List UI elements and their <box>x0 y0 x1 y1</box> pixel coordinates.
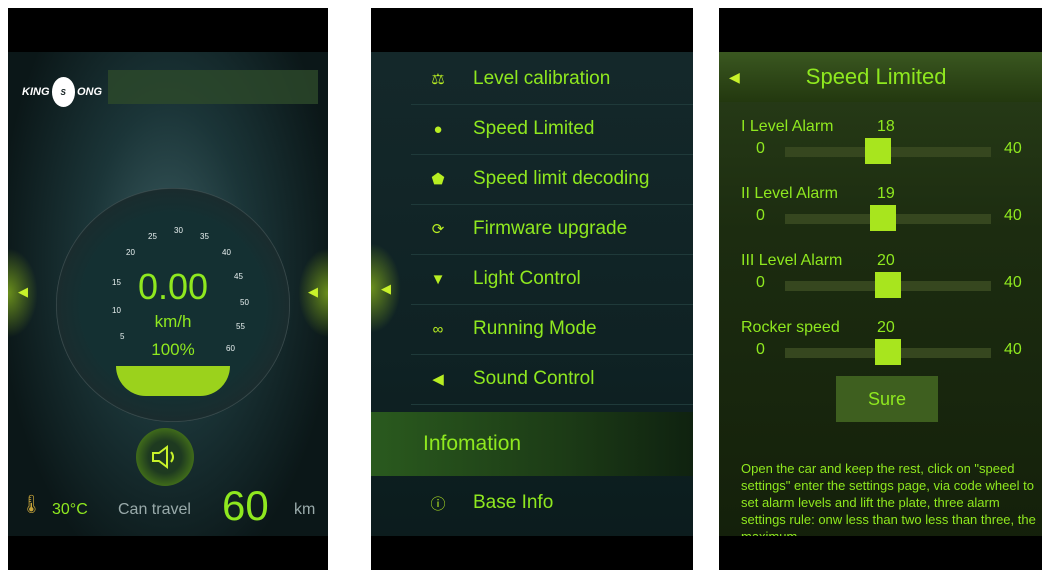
speed-gauge: 5 10 15 20 25 30 35 40 45 50 55 60 0.00 … <box>56 188 290 422</box>
slider-level-3: III Level Alarm 20 0 40 <box>719 252 1042 316</box>
speed-icon: ● <box>433 120 443 138</box>
lamp-icon: ▼ <box>430 270 446 288</box>
menu-item-running-mode[interactable]: ∞ Running Mode <box>411 304 693 355</box>
slider-current-value: 19 <box>877 185 895 202</box>
speaker-icon: ◀ <box>432 371 444 388</box>
tick-label: 25 <box>148 232 157 241</box>
info-row: 🌡 30°C Can travel 60 km <box>8 478 328 529</box>
slider-label: III Level Alarm <box>741 252 843 269</box>
slider-min: 0 <box>756 207 765 224</box>
chevron-right-icon: ▶ <box>308 284 318 299</box>
thermometer-icon: 🌡 <box>20 494 43 514</box>
slider-thumb[interactable] <box>865 138 891 164</box>
status-bar <box>719 8 1042 52</box>
menu-item-label: Running Mode <box>473 318 597 339</box>
kingsong-logo: KING S ONG <box>22 72 102 112</box>
menu-item-speed-limit-decoding[interactable]: ⬟ Speed limit decoding <box>411 154 693 205</box>
left-arrow-button[interactable]: ◀ <box>371 243 401 333</box>
slider-label: I Level Alarm <box>741 118 834 135</box>
left-arrow-button[interactable]: ◀ <box>8 248 38 338</box>
speed-limited-screen: ◀ Speed Limited I Level Alarm 18 0 40 II… <box>719 8 1042 570</box>
tick-label: 40 <box>222 248 231 257</box>
section-title: Infomation <box>423 432 522 455</box>
bottom-bar <box>371 536 693 570</box>
page-title: Speed Limited <box>805 64 947 89</box>
menu-item-sound-control[interactable]: ◀ Sound Control <box>411 354 693 405</box>
speedometer-screen: KING S ONG ◀ ▶ 5 10 15 20 25 30 35 40 45… <box>8 8 328 570</box>
chevron-left-icon: ◀ <box>381 281 391 296</box>
tick-label: 20 <box>126 248 135 257</box>
slider-min: 0 <box>756 341 765 358</box>
menu-item-label: Light Control <box>473 268 581 289</box>
logo-text-right: ONG <box>76 86 102 98</box>
right-arrow-button[interactable]: ▶ <box>298 248 328 338</box>
slider-rocker-speed: Rocker speed 20 0 40 <box>719 319 1042 383</box>
slider-level-2: II Level Alarm 19 0 40 <box>719 185 1042 249</box>
scale-icon: ⚖ <box>431 71 445 88</box>
speaker-icon <box>152 445 174 469</box>
distance-value: 60 <box>222 482 269 529</box>
bottom-bar <box>719 536 1042 570</box>
slider-max: 40 <box>1004 341 1022 358</box>
status-bar <box>371 8 693 52</box>
slider-thumb[interactable] <box>875 339 901 365</box>
menu-item-label: Sound Control <box>473 368 595 389</box>
help-text: Open the car and keep the rest, click on… <box>741 461 1036 544</box>
logo-text-left: KING <box>22 86 50 98</box>
sure-button[interactable]: Sure <box>836 376 938 422</box>
slider-label: II Level Alarm <box>741 185 838 202</box>
menu-item-label: Level calibration <box>473 68 611 89</box>
slider-max: 40 <box>1004 274 1022 291</box>
title-bar-placeholder <box>108 70 318 104</box>
slider-level-1: I Level Alarm 18 0 40 <box>719 118 1042 182</box>
settings-menu-screen: ◀ ⚖ Level calibration ● Speed Limited ⬟ … <box>371 8 693 570</box>
chevron-left-icon: ◀ <box>18 284 28 299</box>
slider-thumb[interactable] <box>870 205 896 231</box>
bottom-bar <box>8 536 328 570</box>
shield-icon: ⬟ <box>431 171 445 188</box>
menu-item-label: Base Info <box>473 492 554 513</box>
menu-item-light-control[interactable]: ▼ Light Control <box>411 254 693 305</box>
slider-min: 0 <box>756 274 765 291</box>
battery-level-arc <box>116 366 230 396</box>
menu-item-label: Firmware upgrade <box>473 218 628 239</box>
menu-item-speed-limited[interactable]: ● Speed Limited <box>411 104 693 155</box>
distance-unit: km <box>294 501 316 518</box>
slider-current-value: 20 <box>877 319 895 336</box>
can-travel-label: Can travel <box>118 501 191 518</box>
slider-current-value: 18 <box>877 118 895 135</box>
bike-icon: ∞ <box>432 320 444 338</box>
menu-item-label: Speed limit decoding <box>473 168 650 189</box>
speed-value: 0.00 <box>137 266 209 307</box>
menu-item-firmware-upgrade[interactable]: ⟳ Firmware upgrade <box>411 204 693 255</box>
refresh-icon: ⟳ <box>431 221 445 238</box>
back-button[interactable]: ◀ <box>729 69 740 86</box>
slider-current-value: 20 <box>877 252 895 269</box>
tick-label: 30 <box>174 226 183 235</box>
information-section-header: Infomation <box>371 412 693 476</box>
info-icon: ⓘ <box>430 495 446 513</box>
status-bar <box>8 8 328 52</box>
slider-max: 40 <box>1004 207 1022 224</box>
page-header: ◀ Speed Limited <box>719 52 1042 102</box>
menu-item-base-info[interactable]: ⓘ Base Info <box>411 478 693 528</box>
tick-label: 35 <box>200 232 209 241</box>
slider-max: 40 <box>1004 140 1022 157</box>
speed-unit: km/h <box>154 312 192 331</box>
temperature: 30°C <box>52 501 88 518</box>
slider-thumb[interactable] <box>875 272 901 298</box>
slider-label: Rocker speed <box>741 319 840 336</box>
menu-item-level-calibration[interactable]: ⚖ Level calibration <box>411 54 693 105</box>
slider-min: 0 <box>756 140 765 157</box>
menu-item-label: Speed Limited <box>473 118 595 139</box>
logo-text-ring: S <box>60 87 66 97</box>
battery-percent: 100% <box>151 340 195 359</box>
